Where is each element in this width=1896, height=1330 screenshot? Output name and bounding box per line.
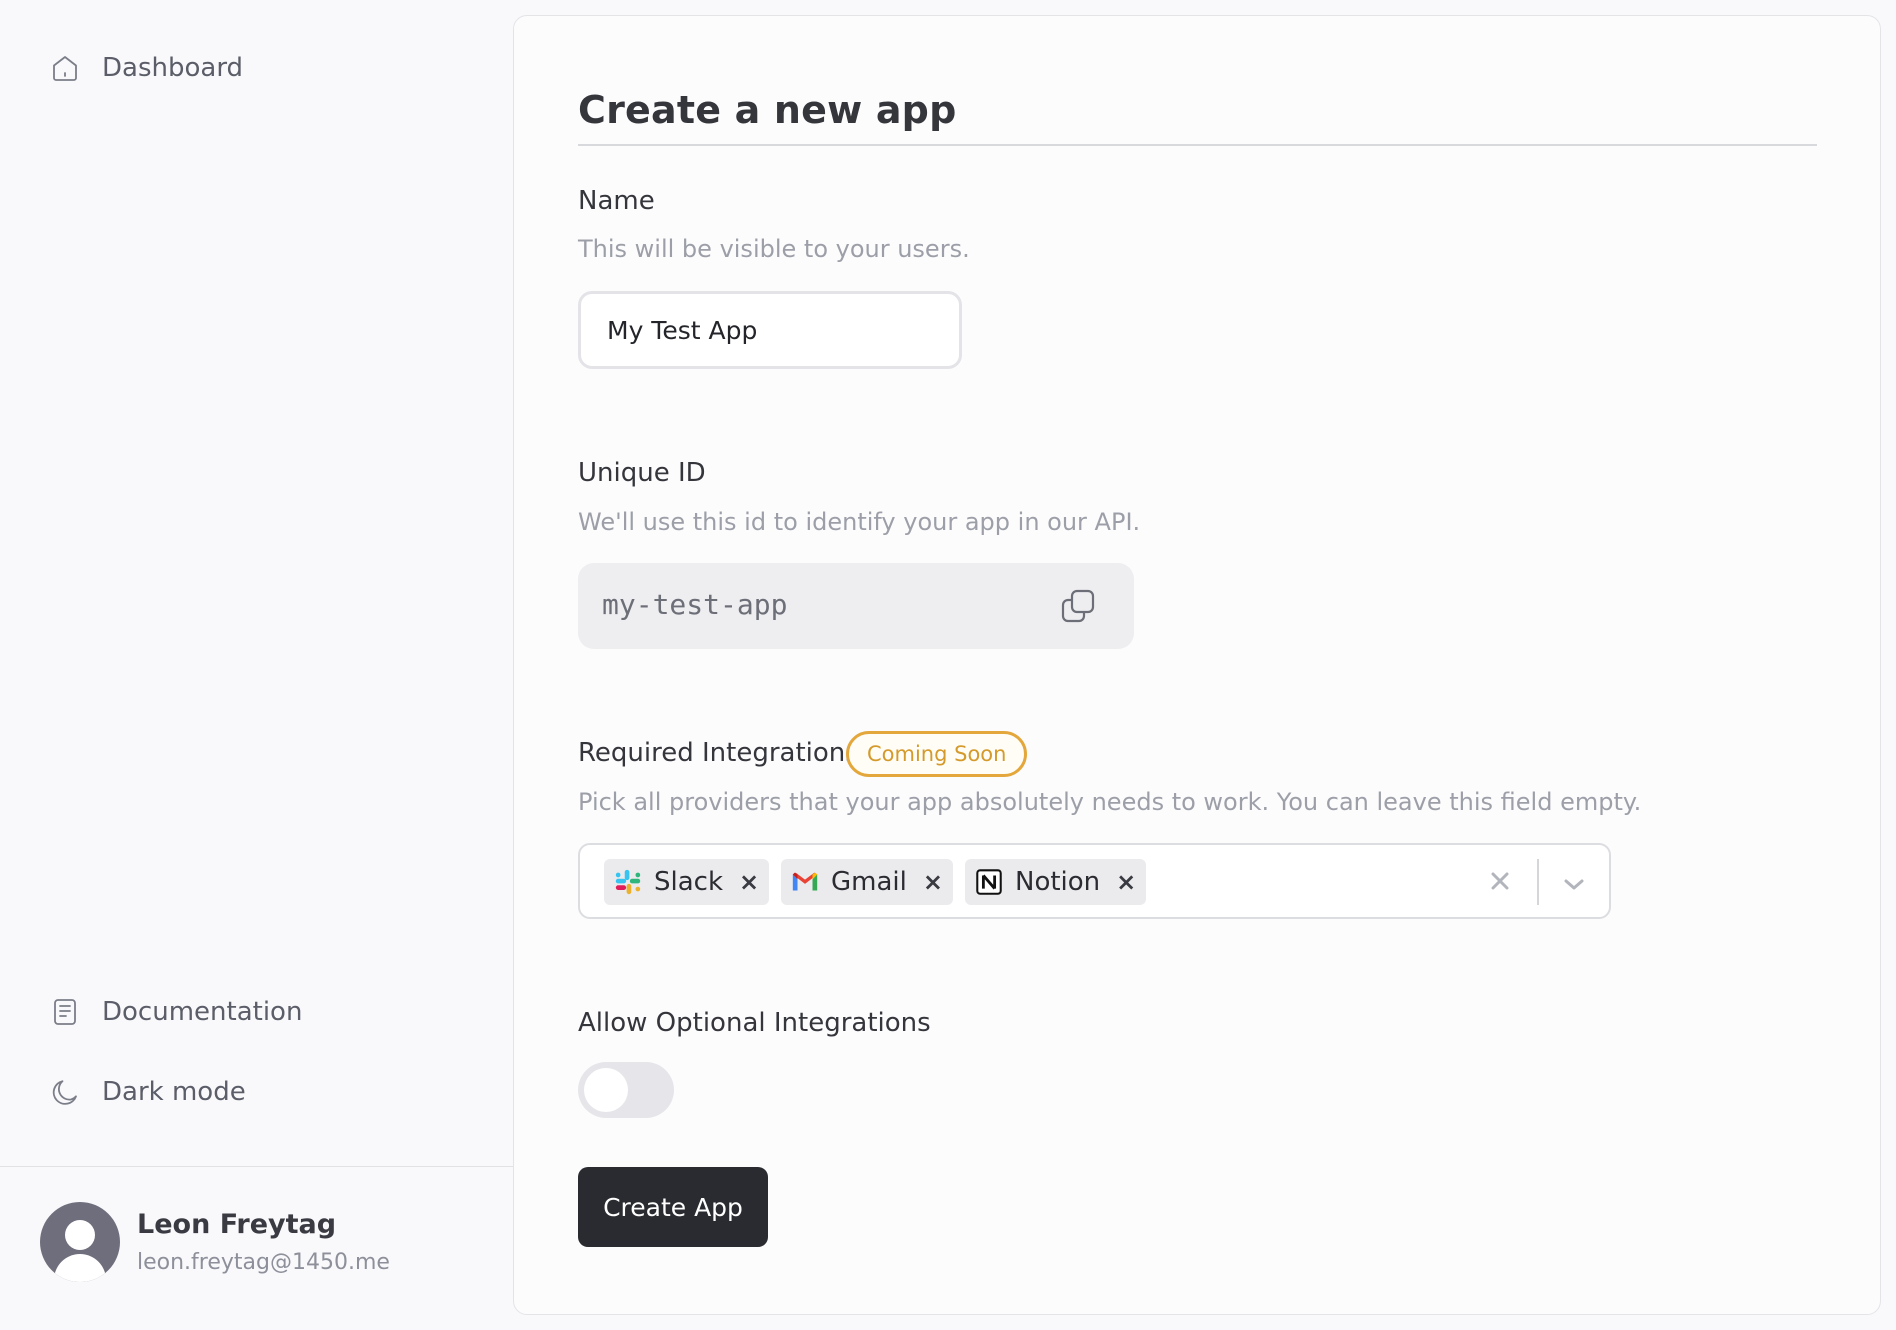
chevron-down-icon[interactable] <box>1557 867 1591 901</box>
unique-id-label: Unique ID <box>578 458 706 488</box>
home-icon <box>48 51 82 85</box>
remove-gmail-button[interactable]: × <box>923 868 943 896</box>
chip-slack: Slack × <box>604 859 770 905</box>
document-icon <box>48 995 82 1029</box>
user-email: leon.freytag@1450.me <box>137 1250 390 1275</box>
chip-gmail: Gmail × <box>781 859 953 905</box>
unique-id-field: my-test-app <box>578 563 1134 649</box>
chip-notion: Notion × <box>965 859 1147 905</box>
sidebar-item-label: Dashboard <box>102 53 244 83</box>
remove-slack-button[interactable]: × <box>739 868 759 896</box>
sidebar: Dashboard Documentation Dark mode Leon F… <box>0 0 513 1330</box>
integrations-select[interactable]: Slack × Gmail × Notion × <box>578 843 1611 919</box>
sidebar-item-dark-mode[interactable]: Dark mode <box>48 1062 468 1122</box>
copy-icon[interactable] <box>1059 587 1097 625</box>
create-app-button[interactable]: Create App <box>578 1167 768 1247</box>
unique-id-help-text: We'll use this id to identify your app i… <box>578 508 1141 536</box>
integrations-help-text: Pick all providers that your app absolut… <box>578 788 1642 816</box>
sidebar-item-documentation[interactable]: Documentation <box>48 982 468 1042</box>
sidebar-divider <box>0 1166 513 1167</box>
optional-integrations-label: Allow Optional Integrations <box>578 1008 931 1038</box>
moon-icon <box>48 1075 82 1109</box>
sidebar-item-label: Documentation <box>102 997 303 1027</box>
optional-integrations-toggle[interactable] <box>578 1062 674 1118</box>
name-input[interactable] <box>578 291 962 369</box>
clear-all-icon[interactable] <box>1483 864 1517 898</box>
chip-label: Gmail <box>831 867 907 897</box>
gmail-logo <box>789 866 821 898</box>
name-label: Name <box>578 186 655 216</box>
slack-logo <box>612 866 644 898</box>
avatar <box>40 1202 120 1282</box>
sidebar-item-label: Dark mode <box>102 1077 246 1107</box>
sidebar-item-dashboard[interactable]: Dashboard <box>48 38 468 98</box>
remove-notion-button[interactable]: × <box>1116 868 1136 896</box>
title-divider <box>578 144 1817 146</box>
app-root: Dashboard Documentation Dark mode Leon F… <box>0 0 1896 1330</box>
user-profile[interactable]: Leon Freytag leon.freytag@1450.me <box>40 1202 390 1282</box>
select-separator <box>1537 859 1539 905</box>
toggle-knob <box>584 1068 628 1112</box>
coming-soon-badge: Coming Soon <box>846 731 1028 777</box>
unique-id-value: my-test-app <box>602 588 788 621</box>
page-title: Create a new app <box>578 88 957 132</box>
user-name: Leon Freytag <box>137 1209 337 1240</box>
chip-label: Notion <box>1015 867 1101 897</box>
main-panel: Create a new app Name This will be visib… <box>513 15 1881 1315</box>
integrations-label: Required Integrations <box>578 738 859 768</box>
chip-label: Slack <box>654 867 724 897</box>
name-help-text: This will be visible to your users. <box>578 235 970 263</box>
notion-logo <box>973 866 1005 898</box>
